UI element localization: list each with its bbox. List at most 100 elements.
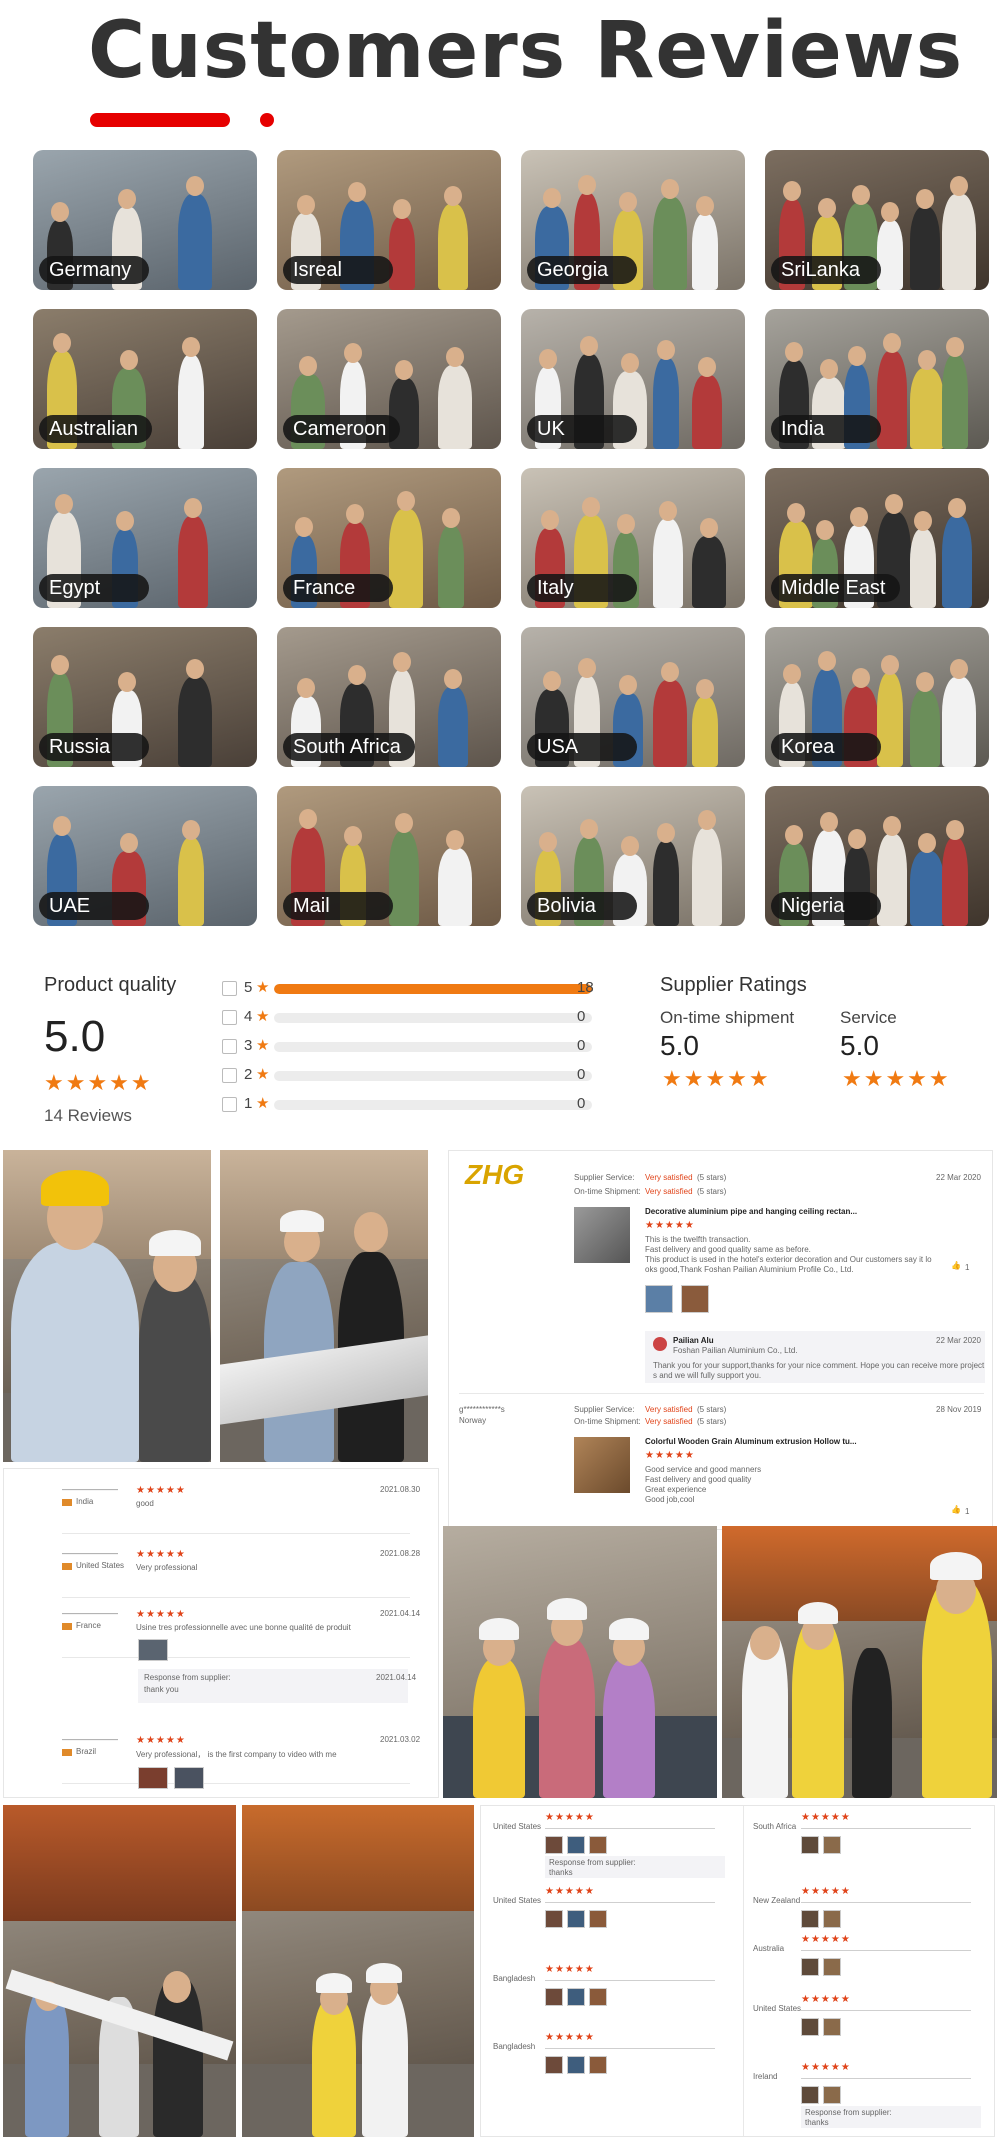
review-image[interactable] xyxy=(823,1910,841,1928)
rating-row-5-star[interactable]: 5 ★ 18 xyxy=(222,978,602,1000)
person-head xyxy=(819,359,838,379)
reply-company: Foshan Pailian Aluminium Co., Ltd. xyxy=(673,1346,798,1355)
country-photo-india: India xyxy=(765,309,989,449)
photo-factory-aluminium xyxy=(3,1805,236,2137)
review-image[interactable] xyxy=(138,1639,168,1661)
ontime-label: On-time Shipment: xyxy=(574,1187,641,1196)
rating-bar-track xyxy=(274,1071,592,1081)
reviewer-country: New Zealand xyxy=(753,1896,801,1905)
review-image[interactable] xyxy=(823,1836,841,1854)
review-image[interactable] xyxy=(174,1767,204,1789)
rating-filter-checkbox[interactable] xyxy=(222,981,237,996)
product-name[interactable]: Decorative aluminium pipe and hanging ce… xyxy=(645,1207,857,1216)
person-head xyxy=(881,655,899,675)
review-image[interactable] xyxy=(823,1958,841,1976)
person-head xyxy=(116,511,135,531)
review-image[interactable] xyxy=(801,2018,819,2036)
product-quality-title: Product quality xyxy=(44,974,177,996)
review-image[interactable] xyxy=(823,2018,841,2036)
country-photo-nigeria: Nigeria xyxy=(765,786,989,926)
reviewer-country: France xyxy=(76,1621,101,1630)
ontime-stars: (5 stars) xyxy=(697,1417,727,1426)
review-image[interactable] xyxy=(567,2056,585,2074)
rating-count: 0 xyxy=(577,1066,586,1083)
review-image[interactable] xyxy=(545,1910,563,1928)
person-head xyxy=(395,360,413,380)
product-quality-stars: ★★★★★ xyxy=(44,1070,153,1095)
review-text xyxy=(545,1828,715,1829)
title-dot xyxy=(260,113,274,127)
rating-row-3-star[interactable]: 3 ★ 0 xyxy=(222,1036,602,1058)
person-head xyxy=(815,520,834,540)
rating-filter-checkbox[interactable] xyxy=(222,1097,237,1112)
person-head xyxy=(621,353,640,373)
review-image[interactable] xyxy=(589,1988,607,2006)
divider xyxy=(459,1393,984,1394)
reviewer-name: g************s xyxy=(459,1405,505,1414)
review-text xyxy=(801,1902,971,1903)
review-image[interactable] xyxy=(589,2056,607,2074)
like-count: 1 xyxy=(965,1263,970,1272)
review-image[interactable] xyxy=(567,1988,585,2006)
reviewer-name: ——————— xyxy=(62,1549,118,1558)
country-photo-usa: USA xyxy=(521,627,745,767)
person-head xyxy=(848,829,867,849)
rating-row-1-star[interactable]: 1 ★ 0 xyxy=(222,1094,602,1116)
like-icon[interactable]: 👍 xyxy=(951,1261,961,1270)
rating-count: 0 xyxy=(577,1037,586,1054)
rating-filter-checkbox[interactable] xyxy=(222,1039,237,1054)
review-image[interactable] xyxy=(138,1767,168,1789)
review-image[interactable] xyxy=(681,1285,709,1313)
rating-row-2-star[interactable]: 2 ★ 0 xyxy=(222,1065,602,1087)
product-name[interactable]: Colorful Wooden Grain Aluminum extrusion… xyxy=(645,1437,857,1446)
review-image[interactable] xyxy=(567,1910,585,1928)
person-head xyxy=(617,514,636,534)
person-head xyxy=(883,816,901,836)
supplier-service-label: Supplier Service: xyxy=(574,1173,635,1182)
rating-bar-fill xyxy=(274,984,592,994)
review-image[interactable] xyxy=(545,2056,563,2074)
person-head xyxy=(299,809,317,829)
photo-customer-hardhat xyxy=(3,1150,211,1462)
person-head xyxy=(917,350,936,370)
review-stars: ★★★★★ xyxy=(801,2062,851,2073)
country-label: France xyxy=(283,574,393,602)
review-stars: ★★★★★ xyxy=(545,1812,595,1823)
country-label: Nigeria xyxy=(771,892,881,920)
country-label: Korea xyxy=(771,733,881,761)
country-label: Isreal xyxy=(283,256,393,284)
review-image[interactable] xyxy=(545,1836,563,1854)
rating-bar-track xyxy=(274,1013,592,1023)
review-image[interactable] xyxy=(545,1988,563,2006)
person-head xyxy=(785,825,803,845)
review-image[interactable] xyxy=(567,1836,585,1854)
country-label: Germany xyxy=(39,256,149,284)
person-head xyxy=(295,517,313,537)
person-head xyxy=(346,504,364,524)
product-quality-review-count[interactable]: 14 Reviews xyxy=(44,1106,132,1126)
rating-filter-checkbox[interactable] xyxy=(222,1068,237,1083)
review-image[interactable] xyxy=(801,1836,819,1854)
person-figure xyxy=(177,838,204,926)
person-figure xyxy=(652,519,683,608)
like-icon[interactable]: 👍 xyxy=(951,1505,961,1514)
review-image[interactable] xyxy=(801,2086,819,2104)
person-head xyxy=(444,186,462,206)
reply-text: thanks xyxy=(549,1868,573,1877)
review-image[interactable] xyxy=(801,1910,819,1928)
rating-filter-checkbox[interactable] xyxy=(222,1010,237,1025)
review-text xyxy=(801,1828,971,1829)
reply-date: 2021.04.14 xyxy=(376,1673,417,1682)
reply-text: s and we will fully support you. xyxy=(653,1371,762,1380)
person-head xyxy=(817,198,836,218)
review-image[interactable] xyxy=(823,2086,841,2104)
review-image[interactable] xyxy=(645,1285,673,1313)
review-image[interactable] xyxy=(589,1836,607,1854)
reviewer-country: United States xyxy=(493,1896,542,1905)
review-stars: ★★★★★ xyxy=(545,2032,595,2043)
supplier-service-stars: (5 stars) xyxy=(697,1405,727,1414)
review-image[interactable] xyxy=(589,1910,607,1928)
review-image[interactable] xyxy=(801,1958,819,1976)
rating-row-4-star[interactable]: 4 ★ 0 xyxy=(222,1007,602,1029)
country-photo-mail: Mail xyxy=(277,786,501,926)
